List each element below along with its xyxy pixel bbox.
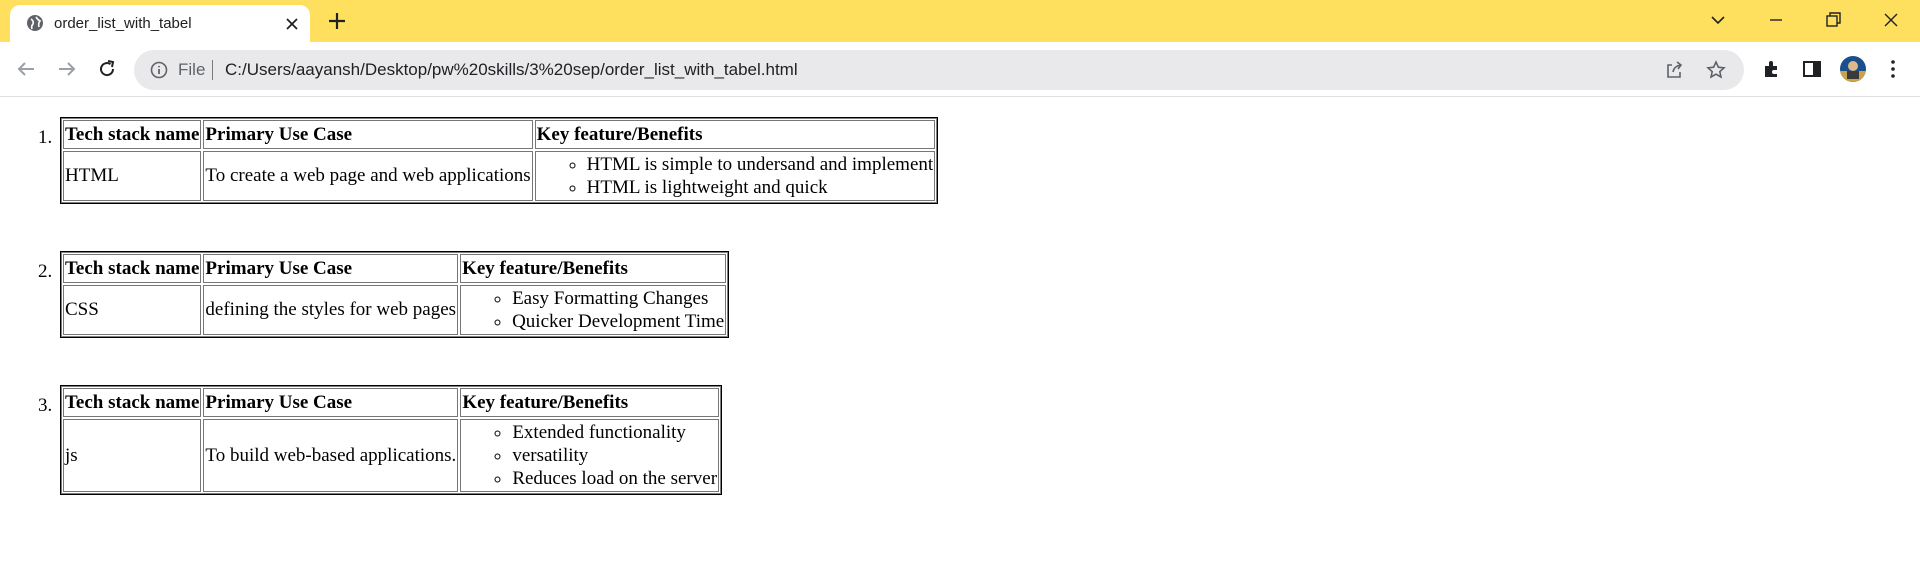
browser-toolbar: File C:/Users/aayansh/Desktop/pw%20skill… — [0, 42, 1920, 97]
feature-item: HTML is lightweight and quick — [587, 176, 934, 199]
tab-search-chevron-icon[interactable] — [1706, 8, 1730, 32]
restore-icon[interactable] — [1821, 8, 1845, 32]
info-icon[interactable] — [150, 61, 168, 79]
table-row: js To build web-based applications. Exte… — [63, 419, 720, 492]
header-tech-stack-name: Tech stack name — [63, 254, 202, 283]
header-key-features: Key feature/Benefits — [460, 388, 720, 417]
side-panel-icon[interactable] — [1800, 57, 1824, 81]
feature-item: versatility — [512, 444, 717, 467]
tech-table: Tech stack name Primary Use Case Key fea… — [60, 385, 723, 495]
cell-use-case: To create a web page and web application… — [203, 151, 533, 201]
scheme-label: File — [178, 60, 206, 79]
tech-table: Tech stack name Primary Use Case Key fea… — [60, 251, 730, 338]
more-menu-icon[interactable] — [1881, 57, 1905, 81]
header-key-features: Key feature/Benefits — [534, 120, 936, 149]
feature-item: Easy Formatting Changes — [512, 287, 724, 310]
scheme-separator — [212, 60, 213, 80]
tech-table: Tech stack name Primary Use Case Key fea… — [60, 117, 939, 204]
list-number: 3. — [38, 395, 53, 416]
tab-title: order_list_with_tabel — [54, 15, 192, 32]
header-tech-stack-name: Tech stack name — [63, 388, 202, 417]
list-number: 1. — [38, 127, 53, 148]
new-tab-button[interactable] — [326, 10, 348, 32]
page-content: 1. Tech stack name Primary Use Case Key … — [0, 97, 1920, 562]
forward-arrow-icon[interactable] — [55, 57, 79, 81]
feature-list: Easy Formatting Changes Quicker Developm… — [462, 287, 724, 333]
feature-item: Reduces load on the server — [512, 467, 717, 490]
table-header-row: Tech stack name Primary Use Case Key fea… — [63, 120, 936, 149]
cell-tech-name: js — [63, 419, 202, 492]
header-primary-use-case: Primary Use Case — [203, 254, 459, 283]
header-tech-stack-name: Tech stack name — [63, 120, 202, 149]
tab-strip: order_list_with_tabel — [0, 0, 1920, 42]
browser-tab[interactable]: order_list_with_tabel — [10, 5, 310, 42]
cell-features: Easy Formatting Changes Quicker Developm… — [460, 285, 727, 335]
header-primary-use-case: Primary Use Case — [203, 120, 533, 149]
share-icon[interactable] — [1664, 60, 1684, 80]
table-header-row: Tech stack name Primary Use Case Key fea… — [63, 388, 720, 417]
feature-item: HTML is simple to undersand and implemen… — [587, 153, 934, 176]
avatar-image — [1840, 56, 1866, 82]
list-number: 2. — [38, 261, 53, 282]
table-row: HTML To create a web page and web applic… — [63, 151, 936, 201]
profile-avatar[interactable] — [1840, 56, 1866, 82]
table-header-row: Tech stack name Primary Use Case Key fea… — [63, 254, 727, 283]
feature-list: HTML is simple to undersand and implemen… — [537, 153, 934, 199]
cell-features: Extended functionality versatility Reduc… — [460, 419, 720, 492]
extensions-puzzle-icon[interactable] — [1760, 57, 1784, 81]
reload-icon[interactable] — [95, 57, 119, 81]
minimize-icon[interactable] — [1764, 8, 1788, 32]
cell-use-case: defining the styles for web pages — [203, 285, 459, 335]
url-text[interactable]: C:/Users/aayansh/Desktop/pw%20skills/3%2… — [225, 60, 798, 80]
cell-features: HTML is simple to undersand and implemen… — [534, 151, 936, 201]
globe-icon — [27, 15, 43, 31]
cell-tech-name: HTML — [63, 151, 202, 201]
feature-item: Extended functionality — [512, 421, 717, 444]
cell-use-case: To build web-based applications. — [203, 419, 459, 492]
window-close-icon[interactable] — [1879, 8, 1903, 32]
cell-tech-name: CSS — [63, 285, 202, 335]
feature-item: Quicker Development Time — [512, 310, 724, 333]
close-tab-icon[interactable] — [282, 14, 302, 34]
bookmark-star-icon[interactable] — [1706, 60, 1726, 80]
header-primary-use-case: Primary Use Case — [203, 388, 459, 417]
back-arrow-icon[interactable] — [14, 57, 38, 81]
feature-list: Extended functionality versatility Reduc… — [462, 421, 717, 490]
header-key-features: Key feature/Benefits — [460, 254, 727, 283]
table-row: CSS defining the styles for web pages Ea… — [63, 285, 727, 335]
address-bar[interactable]: File C:/Users/aayansh/Desktop/pw%20skill… — [134, 50, 1744, 90]
